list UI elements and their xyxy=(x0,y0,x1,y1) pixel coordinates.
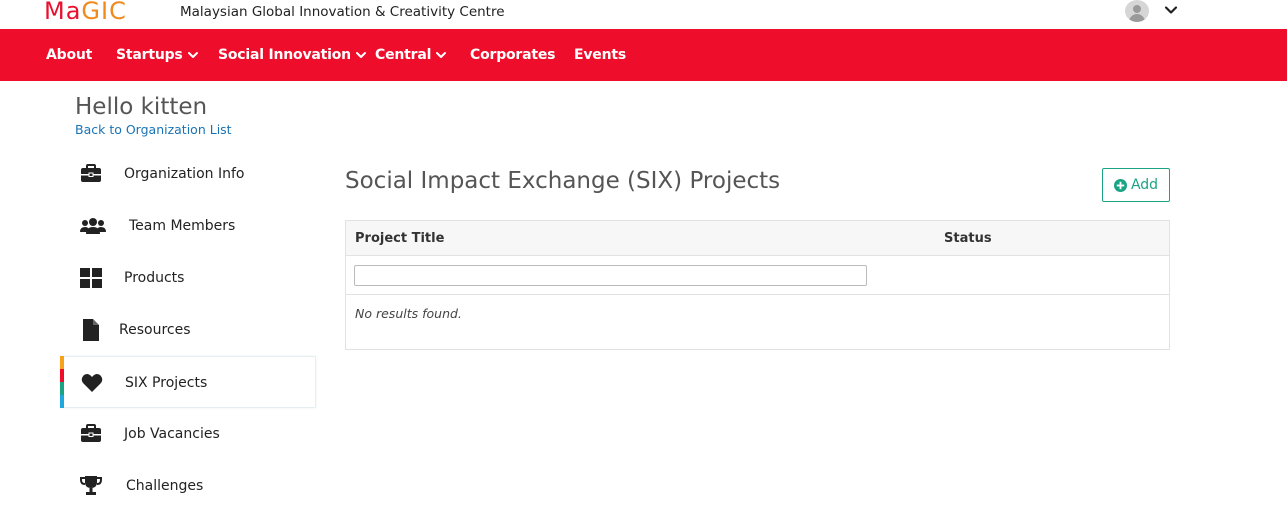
nav-item-label: Events xyxy=(574,47,626,63)
briefcase-icon xyxy=(81,164,101,182)
sidebar-item-job-vacancies[interactable]: Job Vacancies xyxy=(60,408,316,460)
top-bar: MaGIC Malaysian Global Innovation & Crea… xyxy=(0,0,1287,29)
nav-item-about[interactable]: About xyxy=(46,47,92,63)
projects-table: Project Title Status No results found. xyxy=(345,220,1170,350)
trophy-icon xyxy=(80,476,102,495)
nav-item-label: About xyxy=(46,47,93,63)
nav-item-startups[interactable]: Startups xyxy=(116,47,199,63)
sidebar-item-label: Organization Info xyxy=(124,166,245,182)
active-item-indicator xyxy=(60,356,64,408)
add-project-button[interactable]: Add xyxy=(1102,168,1170,202)
nav-item-label: Corporates xyxy=(470,47,556,63)
sidebar-item-products[interactable]: Products xyxy=(60,252,316,304)
add-button-label: Add xyxy=(1130,177,1159,193)
section-title: Social Impact Exchange (SIX) Projects xyxy=(345,168,781,194)
sidebar-item-organization-info[interactable]: Organization Info xyxy=(60,148,316,200)
sidebar-item-label: Job Vacancies xyxy=(124,426,220,442)
user-avatar-icon[interactable] xyxy=(1125,0,1149,22)
chevron-down-icon xyxy=(436,52,447,58)
file-icon xyxy=(83,319,99,341)
nav-item-social-innovation[interactable]: Social Innovation xyxy=(218,47,367,63)
back-to-organization-list-link[interactable]: Back to Organization List xyxy=(75,122,232,137)
chevron-down-icon xyxy=(355,52,366,58)
nav-item-events[interactable]: Events xyxy=(574,47,626,63)
sidebar-item-six-projects[interactable]: SIX Projects xyxy=(60,356,316,408)
sidebar-item-team-members[interactable]: Team Members xyxy=(60,200,316,252)
chevron-down-icon xyxy=(187,52,198,58)
logo-text-part2: GIC xyxy=(81,0,127,25)
sidebar-item-label: Challenges xyxy=(126,478,204,494)
plus-circle-icon xyxy=(1113,178,1127,192)
main-nav: About Startups Social Innovation Central… xyxy=(0,29,1287,81)
sidebar-item-label: SIX Projects xyxy=(125,375,208,391)
briefcase-icon xyxy=(81,424,101,442)
sidebar-item-challenges[interactable]: Challenges xyxy=(60,460,316,506)
nav-item-central[interactable]: Central xyxy=(375,47,447,63)
column-header-status[interactable]: Status xyxy=(944,231,992,246)
sidebar-item-label: Team Members xyxy=(129,218,236,234)
nav-item-label: Social Innovation xyxy=(218,47,351,63)
column-header-project-title[interactable]: Project Title xyxy=(355,231,444,246)
page-greeting: Hello kitten xyxy=(75,94,208,120)
nav-item-label: Central xyxy=(375,47,432,63)
chevron-down-icon[interactable] xyxy=(1163,2,1179,18)
magic-logo[interactable]: MaGIC xyxy=(44,0,127,24)
sidebar-item-resources[interactable]: Resources xyxy=(60,304,316,356)
nav-item-label: Startups xyxy=(116,47,183,63)
site-name: Malaysian Global Innovation & Creativity… xyxy=(180,4,505,20)
empty-results-message: No results found. xyxy=(355,306,462,321)
project-title-filter-input[interactable] xyxy=(354,265,867,286)
table-filter-row xyxy=(346,256,1169,295)
table-header: Project Title Status xyxy=(346,221,1169,256)
users-icon xyxy=(80,218,106,234)
logo-text-part1: Ma xyxy=(44,0,82,25)
heart-icon xyxy=(81,374,103,392)
grid-icon xyxy=(80,268,102,288)
nav-item-corporates[interactable]: Corporates xyxy=(470,47,556,63)
sidebar-item-label: Resources xyxy=(119,322,191,338)
sidebar-item-label: Products xyxy=(124,270,185,286)
